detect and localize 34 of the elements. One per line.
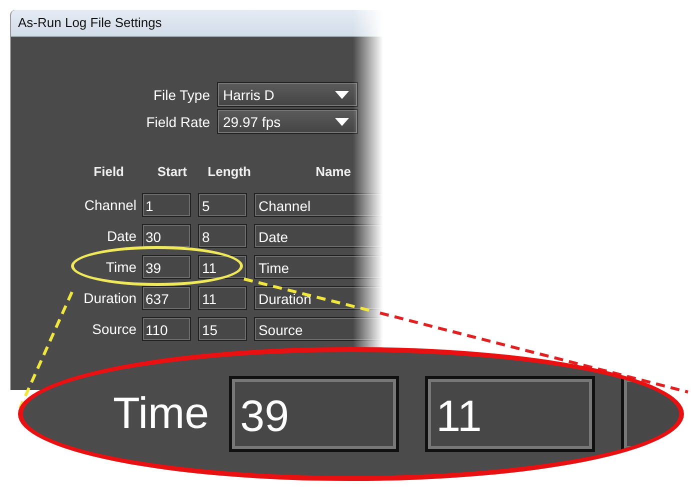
- column-header: Length: [206, 164, 251, 179]
- length-field[interactable]: 5: [198, 192, 248, 216]
- start-field[interactable]: 39: [142, 254, 191, 278]
- field-label: Field Rate: [145, 114, 211, 130]
- start-field[interactable]: 30: [142, 224, 191, 248]
- name-field[interactable]: Channel: [254, 192, 383, 216]
- row-label: Duration: [82, 290, 138, 306]
- length-field[interactable]: 15: [198, 316, 248, 340]
- name-field[interactable]: Duration: [254, 286, 383, 310]
- length-field[interactable]: 8: [198, 224, 248, 248]
- window-title: As-Run Log File Settings: [11, 10, 383, 37]
- start-field[interactable]: 637: [142, 286, 191, 310]
- row-label: Time: [104, 258, 138, 274]
- row-label: Channel: [83, 196, 138, 212]
- start-field[interactable]: 1: [142, 192, 191, 216]
- name-field[interactable]: Time: [254, 254, 383, 278]
- row-label: Time: [113, 389, 210, 439]
- column-header: Name: [314, 164, 351, 179]
- start-field[interactable]: 110: [142, 316, 191, 340]
- row-label: Date: [106, 228, 138, 244]
- column-header: Field: [92, 164, 124, 179]
- caret-icon: [335, 90, 349, 98]
- start-field: 39: [229, 376, 400, 452]
- length-field: 11: [425, 376, 596, 452]
- file-type-dropdown[interactable]: Harris D: [217, 82, 358, 107]
- length-field[interactable]: 11: [198, 254, 248, 278]
- name-field[interactable]: Source: [254, 316, 383, 340]
- field-label: File Type: [152, 86, 211, 102]
- column-header: Start: [156, 164, 187, 179]
- caret-icon: [335, 118, 349, 126]
- length-field[interactable]: 11: [198, 286, 248, 310]
- row-label: Source: [91, 320, 138, 336]
- field-rate-dropdown[interactable]: 29.97 fps: [217, 109, 358, 134]
- name-field[interactable]: Date: [254, 224, 383, 248]
